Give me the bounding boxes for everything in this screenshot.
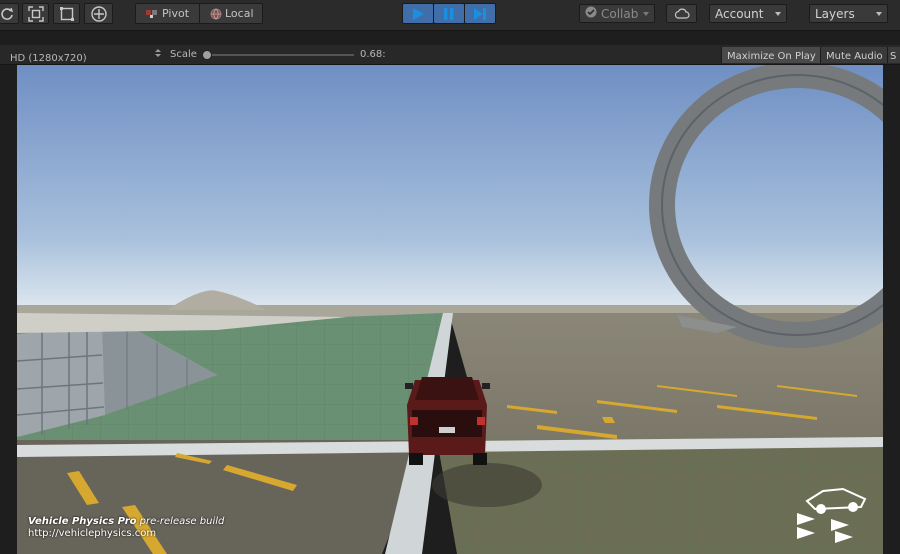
scale-slider-track[interactable] xyxy=(204,54,354,56)
watermark-title: Vehicle Physics Pro xyxy=(28,516,137,527)
pivot-toggle-button[interactable]: Pivot xyxy=(135,3,200,24)
game-scene xyxy=(17,65,883,554)
rotate-tool-icon xyxy=(0,7,14,21)
resolution-arrows-icon xyxy=(155,48,161,61)
stats-toggle[interactable]: S xyxy=(887,47,900,63)
pivot-label: Pivot xyxy=(162,7,190,20)
maximize-on-play-label: Maximize On Play xyxy=(727,51,816,62)
transform-tool-button[interactable] xyxy=(84,3,113,24)
collab-check-icon xyxy=(585,6,597,21)
mute-audio-label: Mute Audio xyxy=(826,51,883,62)
scale-label: Scale xyxy=(170,49,197,60)
play-button[interactable] xyxy=(402,3,434,24)
watermark-subtitle: pre-release build xyxy=(136,516,225,527)
scale-value: 0.68: xyxy=(360,49,386,60)
chevron-down-icon xyxy=(775,12,781,16)
game-view-toolbar: HD (1280x720) Scale 0.68: Maximize On Pl… xyxy=(0,45,900,65)
rect-tool-button[interactable] xyxy=(53,3,80,24)
chevron-down-icon xyxy=(643,12,649,16)
step-button[interactable] xyxy=(464,3,496,24)
watermark-url: http://vehiclephysics.com xyxy=(28,528,157,539)
layers-label: Layers xyxy=(815,6,855,21)
resolution-label: HD (1280x720) xyxy=(10,53,87,64)
pivot-icon xyxy=(146,9,158,19)
sky xyxy=(17,65,883,311)
account-dropdown[interactable]: Account xyxy=(709,4,787,23)
play-icon xyxy=(411,7,425,21)
stats-label: S xyxy=(890,51,897,62)
pause-icon xyxy=(443,7,455,21)
pause-button[interactable] xyxy=(433,3,465,24)
build-watermark: Vehicle Physics Pro pre-release build ht… xyxy=(28,516,224,540)
maximize-on-play-toggle[interactable]: Maximize On Play xyxy=(721,47,820,63)
scale-tool-icon xyxy=(27,5,44,22)
local-label: Local xyxy=(225,7,254,20)
collab-label: Collab xyxy=(601,6,639,21)
rotate-tool-button[interactable] xyxy=(0,3,19,24)
pickup-truck xyxy=(405,377,490,465)
mute-audio-toggle[interactable]: Mute Audio xyxy=(820,47,887,63)
editor-toolbar: Pivot Local Collab Account Layers xyxy=(0,0,900,31)
rect-tool-icon xyxy=(59,6,75,22)
step-icon xyxy=(473,7,487,21)
local-toggle-button[interactable]: Local xyxy=(199,3,263,24)
local-globe-icon xyxy=(210,8,222,20)
cloud-icon xyxy=(674,8,690,19)
scale-slider-handle[interactable] xyxy=(202,50,212,60)
scale-tool-button[interactable] xyxy=(22,3,49,24)
transform-tool-icon xyxy=(90,5,108,23)
account-label: Account xyxy=(715,6,764,21)
layers-dropdown[interactable]: Layers xyxy=(809,4,888,23)
game-viewport[interactable]: Vehicle Physics Pro pre-release build ht… xyxy=(17,65,883,554)
cloud-button[interactable] xyxy=(666,4,697,23)
collab-dropdown[interactable]: Collab xyxy=(579,4,655,23)
chevron-down-icon xyxy=(876,12,882,16)
